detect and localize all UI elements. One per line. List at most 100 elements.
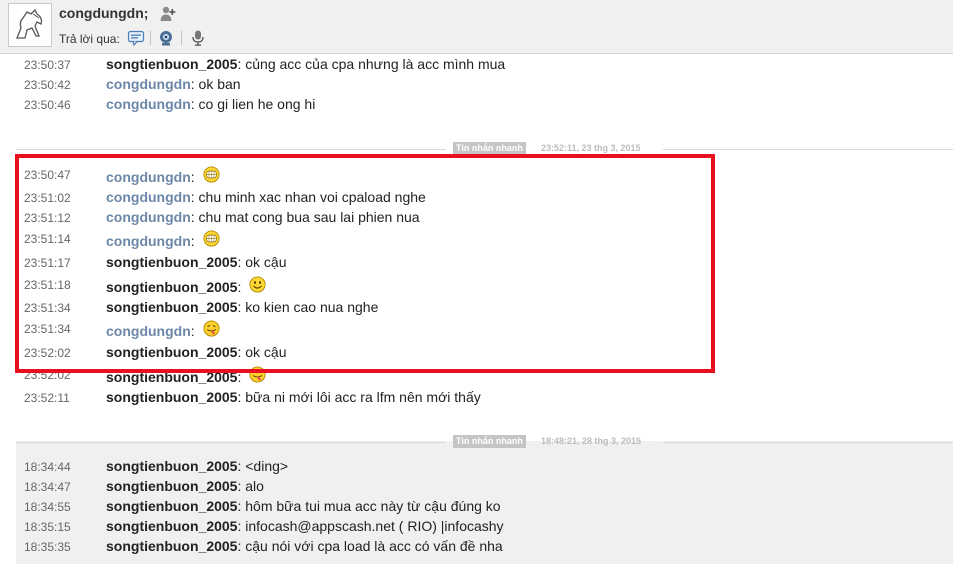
message-timestamp: 23:50:42: [24, 78, 71, 92]
message-content: songtienbuon_2005:: [106, 276, 266, 295]
message-content: songtienbuon_2005: hôm bữa tui mua acc n…: [106, 498, 501, 514]
message-timestamp: 23:52:02: [24, 368, 71, 382]
microphone-icon[interactable]: [189, 29, 207, 47]
chat-header: congdungdn; Trả lời qua:: [0, 0, 953, 54]
message-text: bữa ni mới lôi acc ra lfm nên mới thấy: [245, 389, 481, 405]
message-row: 23:50:37 songtienbuon_2005: củng acc của …: [0, 55, 953, 75]
message-content: songtienbuon_2005: ok cậu: [106, 344, 287, 360]
message-content: songtienbuon_2005: alo: [106, 478, 264, 494]
message-timestamp: 23:51:34: [24, 322, 71, 336]
message-row: 18:34:55 songtienbuon_2005: hôm bữa tui m…: [0, 497, 953, 517]
avatar[interactable]: [8, 3, 52, 47]
message-content: songtienbuon_2005: infocash@appscash.net…: [106, 518, 504, 534]
message-timestamp: 23:50:47: [24, 168, 71, 182]
sender-name[interactable]: congdungdn: [106, 233, 191, 249]
message-row: 23:52:11 songtienbuon_2005: bữa ni mới lô…: [0, 388, 953, 408]
sender-name[interactable]: songtienbuon_2005: [106, 254, 237, 270]
sender-name[interactable]: songtienbuon_2005: [106, 299, 237, 315]
sender-name[interactable]: congdungdn: [106, 169, 191, 185]
message-text: cậu nói với cpa load là acc có vấn đề nh…: [245, 538, 503, 554]
message-timestamp: 23:50:37: [24, 58, 71, 72]
message-content: congdungdn: co gi lien he ong hi: [106, 96, 315, 112]
message-row: 23:51:17 songtienbuon_2005: ok cậu: [0, 253, 953, 273]
message-content: congdungdn: chu mat cong bua sau lai phi…: [106, 209, 420, 225]
message-timestamp: 23:52:02: [24, 346, 71, 360]
message-text: ko kien cao nua nghe: [245, 299, 379, 315]
message-content: songtienbuon_2005:: [106, 366, 266, 385]
sender-colon: :: [190, 76, 199, 92]
message-row: 18:35:15 songtienbuon_2005: infocash@apps…: [0, 517, 953, 537]
sender-name[interactable]: songtienbuon_2005: [106, 518, 237, 534]
sender-colon: :: [237, 369, 246, 385]
conversation-log[interactable]: 23:50:37 songtienbuon_2005: củng acc của …: [0, 55, 953, 564]
separator: [181, 31, 182, 45]
sender-colon: :: [190, 96, 199, 112]
sender-name[interactable]: songtienbuon_2005: [106, 498, 237, 514]
smile-emoticon-icon: [249, 276, 266, 293]
sender-name[interactable]: songtienbuon_2005: [106, 56, 237, 72]
message-timestamp: 23:51:34: [24, 301, 71, 315]
message-row: 23:50:47 congdungdn:: [0, 165, 953, 185]
divider-timestamp: 18:48:21, 28 thg 3, 2015: [541, 436, 642, 446]
message-content: congdungdn: chu minh xac nhan voi cpaloa…: [106, 189, 426, 205]
webcam-icon[interactable]: [157, 29, 175, 47]
sender-colon: :: [190, 323, 199, 339]
add-contact-icon[interactable]: [159, 5, 177, 23]
message-content: congdungdn:: [106, 166, 220, 185]
message-content: congdungdn: ok ban: [106, 76, 241, 92]
message-row: 23:51:18 songtienbuon_2005:: [0, 275, 953, 295]
chat-bubble-icon[interactable]: [127, 29, 145, 47]
sender-name[interactable]: songtienbuon_2005: [106, 478, 237, 494]
message-timestamp: 18:34:55: [24, 500, 71, 514]
message-timestamp: 23:52:11: [24, 391, 70, 405]
message-timestamp: 23:51:02: [24, 191, 71, 205]
sender-colon: :: [190, 209, 199, 225]
sender-name[interactable]: songtienbuon_2005: [106, 279, 237, 295]
message-timestamp: 18:35:35: [24, 540, 71, 554]
message-text: hôm bữa tui mua acc này từ cậu đúng ko: [245, 498, 501, 514]
sender-name[interactable]: songtienbuon_2005: [106, 344, 237, 360]
message-row: 23:51:14 congdungdn:: [0, 229, 953, 249]
message-row: 23:52:02 songtienbuon_2005: ok cậu: [0, 343, 953, 363]
sender-name[interactable]: congdungdn: [106, 76, 191, 92]
message-timestamp: 23:51:14: [24, 232, 71, 246]
contact-name: congdungdn;: [59, 5, 149, 21]
message-content: congdungdn:: [106, 320, 220, 339]
grin-emoticon-icon: [202, 166, 220, 183]
message-text: ok ban: [198, 76, 241, 92]
message-row: 23:51:34 songtienbuon_2005: ko kien cao n…: [0, 298, 953, 318]
message-row: 23:50:42 congdungdn: ok ban: [0, 75, 953, 95]
message-content: songtienbuon_2005: <ding>: [106, 458, 288, 474]
message-timestamp: 23:51:12: [24, 211, 71, 225]
grin-emoticon-icon: [202, 230, 220, 247]
divider-timestamp: 23:52:11, 23 thg 3, 2015: [541, 143, 641, 153]
session-divider: Tin nhắn nhanh 23:52:11, 23 thg 3, 2015: [0, 142, 953, 156]
message-row: 23:52:02 songtienbuon_2005:: [0, 365, 953, 385]
message-timestamp: 23:50:46: [24, 98, 71, 112]
sender-name[interactable]: songtienbuon_2005: [106, 458, 237, 474]
message-row: 18:34:47 songtienbuon_2005: alo: [0, 477, 953, 497]
message-timestamp: 23:51:17: [24, 256, 71, 270]
message-text: ok cậu: [245, 254, 287, 270]
message-content: songtienbuon_2005: củng acc của cpa nhưn…: [106, 56, 505, 72]
message-row: 23:51:12 congdungdn: chu mat cong bua sau…: [0, 208, 953, 228]
message-text: alo: [245, 478, 264, 494]
message-text: ok cậu: [245, 344, 287, 360]
message-row: 23:50:46 congdungdn: co gi lien he ong hi: [0, 95, 953, 115]
separator: [150, 31, 151, 45]
sender-name[interactable]: songtienbuon_2005: [106, 538, 237, 554]
divider-tag: Tin nhắn nhanh: [453, 142, 526, 155]
message-timestamp: 18:34:44: [24, 460, 71, 474]
sender-name[interactable]: songtienbuon_2005: [106, 389, 237, 405]
sender-name[interactable]: congdungdn: [106, 323, 191, 339]
message-text: <ding>: [245, 458, 289, 474]
divider-tag: Tin nhắn nhanh: [453, 435, 526, 448]
sender-name[interactable]: congdungdn: [106, 189, 191, 205]
sender-name[interactable]: congdungdn: [106, 96, 191, 112]
sender-name[interactable]: songtienbuon_2005: [106, 369, 237, 385]
sender-colon: :: [190, 233, 199, 249]
message-row: 23:51:02 congdungdn: chu minh xac nhan vo…: [0, 188, 953, 208]
message-row: 18:35:35 songtienbuon_2005: cậu nói với c…: [0, 537, 953, 557]
sender-name[interactable]: congdungdn: [106, 209, 191, 225]
message-content: congdungdn:: [106, 230, 220, 249]
